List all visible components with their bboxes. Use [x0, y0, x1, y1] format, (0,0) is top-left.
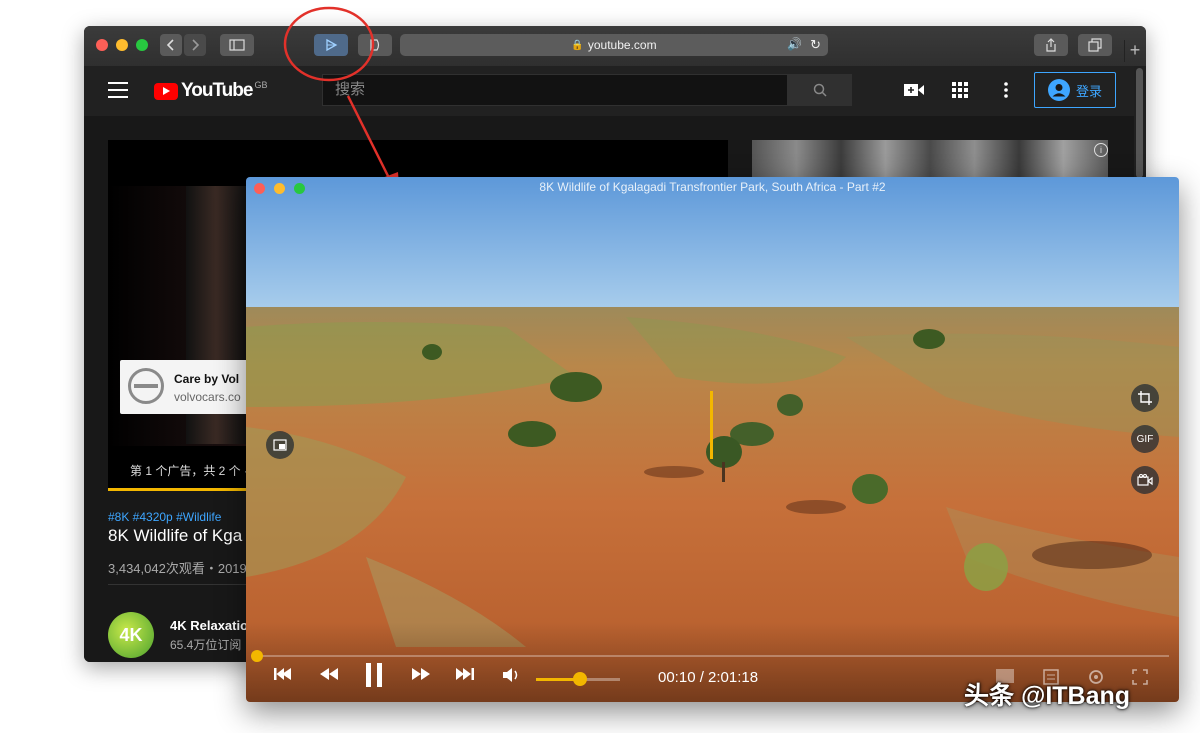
view-count: 3,434,042次观看・2019 — [108, 561, 247, 576]
chevron-right-icon — [192, 39, 200, 51]
skip-previous-icon — [274, 668, 291, 680]
chevron-left-icon — [166, 39, 174, 51]
gif-button[interactable]: GIF — [1131, 425, 1159, 453]
volume-icon — [503, 668, 518, 682]
gif-label: GIF — [1136, 433, 1154, 445]
channel-avatar[interactable]: 4K — [108, 612, 154, 658]
close-window-button[interactable] — [96, 39, 108, 51]
reload-icon[interactable]: ↻ — [810, 37, 821, 53]
zoom-window-button[interactable] — [136, 39, 148, 51]
skip-back-button[interactable] — [274, 667, 292, 681]
share-icon — [1046, 38, 1056, 52]
new-tab-button[interactable]: + — [1124, 40, 1145, 62]
video-title: 8K Wildlife of Kga — [108, 526, 243, 545]
progress-track[interactable] — [256, 655, 1169, 657]
ad-banner-image[interactable] — [752, 140, 1108, 178]
channel-name[interactable]: 4K Relaxatio — [170, 618, 248, 633]
speaker-icon[interactable]: 🔊 — [787, 37, 802, 51]
pause-button[interactable] — [364, 663, 384, 687]
back-button[interactable] — [160, 34, 182, 56]
apps-grid-icon[interactable] — [952, 82, 968, 103]
ad-title: Care by Vol — [174, 372, 240, 386]
fast-forward-button[interactable] — [412, 667, 430, 681]
screenshot-button[interactable] — [1131, 384, 1159, 412]
url-text: youtube.com — [587, 38, 657, 52]
crop-icon — [1138, 391, 1152, 405]
reader-extension-button[interactable] — [358, 34, 392, 56]
youtube-logo-text: YouTube — [181, 80, 253, 101]
skip-forward-button[interactable] — [456, 667, 474, 681]
share-button[interactable] — [1034, 34, 1068, 56]
search-input[interactable]: 搜索 — [322, 74, 788, 106]
scrollbar-thumb[interactable] — [1136, 68, 1143, 178]
volume-button[interactable] — [502, 667, 522, 683]
video-camera-icon — [1137, 474, 1153, 486]
address-bar[interactable]: 🔒 youtube.com 🔊 ↻ — [400, 34, 828, 56]
fast-forward-icon — [412, 668, 430, 680]
lock-icon: 🔒 — [571, 39, 584, 51]
forward-button[interactable] — [184, 34, 206, 56]
picture-in-picture-icon — [273, 439, 287, 451]
time-display: 00:10 / 2:01:18 — [658, 669, 759, 686]
skip-next-icon — [456, 668, 474, 680]
rewind-icon — [320, 668, 338, 680]
ad-counter: 第 1 个广告，共 2 个 · — [130, 464, 249, 478]
subscriber-count: 65.4万位订阅 — [170, 638, 242, 652]
pip-mode-button[interactable] — [266, 431, 294, 459]
watermark-text: 头条 @ITBang — [964, 682, 1131, 710]
pip-extension-icon — [326, 38, 338, 52]
more-options-icon[interactable] — [1004, 82, 1008, 103]
tabs-overview-button[interactable] — [1078, 34, 1112, 56]
youtube-logo[interactable]: YouTube GB — [154, 80, 267, 102]
video-frame — [246, 177, 1179, 702]
sidebar-toggle-button[interactable] — [220, 34, 254, 56]
search-icon — [813, 83, 827, 97]
login-label: 登录 — [1075, 83, 1102, 99]
ad-card[interactable]: Care by Vol volvocars.co — [120, 360, 260, 414]
volume-slider-knob[interactable] — [572, 672, 587, 686]
rewind-button[interactable] — [320, 667, 338, 681]
youtube-header: YouTube GB 搜索 登录 — [84, 66, 1134, 116]
minimize-window-button[interactable] — [116, 39, 128, 51]
account-icon — [1047, 79, 1070, 101]
region-badge: GB — [254, 80, 268, 90]
pip-window-title: 8K Wildlife of Kgalagadi Transfrontier P… — [539, 180, 886, 194]
volvo-logo-icon — [128, 368, 164, 404]
search-button[interactable] — [788, 74, 852, 106]
youtube-play-icon — [154, 82, 178, 100]
ad-url: volvocars.co — [174, 390, 241, 404]
login-button[interactable]: 登录 — [1034, 72, 1116, 108]
floating-video-player[interactable]: 8K Wildlife of Kgalagadi Transfrontier P… — [246, 177, 1179, 702]
video-hashtags[interactable]: #8K #4320p #Wildlife — [108, 510, 221, 524]
record-button[interactable] — [1131, 466, 1159, 494]
info-icon[interactable]: i — [1094, 143, 1108, 157]
shield-icon — [370, 39, 380, 51]
pip-extension-button[interactable] — [314, 34, 348, 56]
safari-toolbar: 🔒 youtube.com 🔊 ↻ + — [84, 26, 1146, 67]
pause-icon — [366, 663, 382, 687]
create-video-icon[interactable] — [904, 83, 924, 102]
tabs-icon — [1088, 38, 1102, 52]
sidebar-icon — [229, 39, 245, 51]
fullscreen-icon[interactable] — [1132, 669, 1148, 690]
menu-icon[interactable] — [108, 82, 128, 98]
